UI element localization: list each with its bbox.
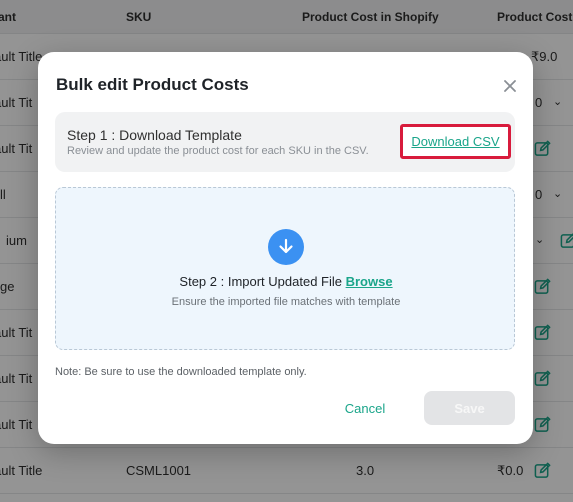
file-dropzone[interactable]: Step 2 : Import Updated File Browse Ensu… [55, 187, 515, 350]
step1-subtitle: Review and update the product cost for e… [67, 145, 369, 157]
download-csv-link[interactable]: Download CSV [411, 134, 499, 149]
step2-title: Step 2 : Import Updated File Browse [56, 274, 516, 289]
close-button[interactable] [500, 76, 520, 96]
browse-link[interactable]: Browse [346, 274, 393, 289]
cancel-button[interactable]: Cancel [323, 392, 407, 424]
download-csv-highlight: Download CSV [400, 124, 511, 159]
download-arrow-icon [268, 229, 304, 265]
modal-title: Bulk edit Product Costs [56, 75, 249, 94]
template-note: Note: Be sure to use the downloaded temp… [55, 366, 307, 378]
bulk-edit-modal: Bulk edit Product Costs Step 1 : Downloa… [38, 52, 533, 444]
step1-title: Step 1 : Download Template [67, 127, 242, 143]
step2-subtitle: Ensure the imported file matches with te… [171, 296, 401, 308]
step1-panel: Step 1 : Download Template Review and up… [55, 112, 515, 172]
save-button[interactable]: Save [424, 391, 515, 425]
close-icon [504, 80, 516, 92]
step2-title-text: Step 2 : Import Updated File [179, 274, 346, 289]
